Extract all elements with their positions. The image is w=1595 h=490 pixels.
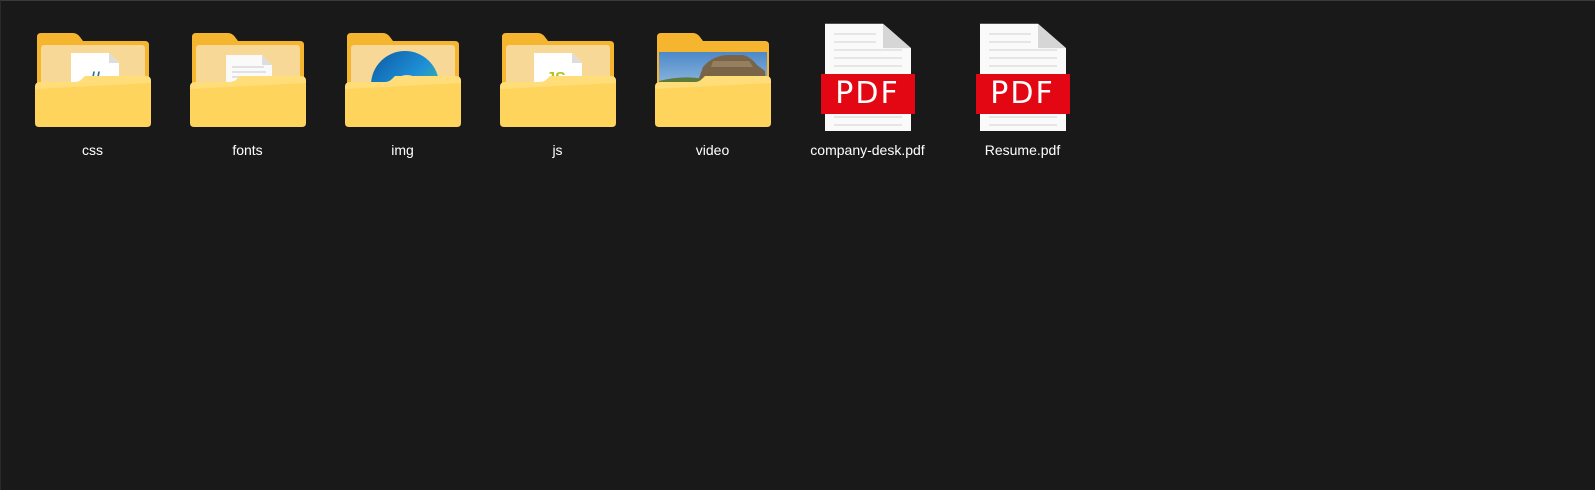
folder-item-js[interactable]: JS js xyxy=(480,19,635,171)
file-item-resume-pdf[interactable]: PDF Resume.pdf xyxy=(945,19,1100,171)
pdf-badge: PDF xyxy=(835,76,900,111)
pdf-badge: PDF xyxy=(990,76,1055,111)
file-item-company-desk-pdf[interactable]: PDF company-desk.pdf xyxy=(790,19,945,171)
folder-item-video[interactable]: video xyxy=(635,19,790,171)
item-name: fonts xyxy=(232,142,263,158)
file-explorer-content-pane: # css xyxy=(0,0,1595,490)
item-name: js xyxy=(552,142,563,158)
item-name: video xyxy=(695,142,730,158)
folder-icon xyxy=(343,19,463,131)
folder-item-fonts[interactable]: fonts xyxy=(170,19,325,171)
item-name: img xyxy=(391,142,414,158)
folder-icon: JS xyxy=(498,19,618,131)
item-name: company-desk.pdf xyxy=(810,142,925,158)
folder-icon xyxy=(188,19,308,131)
folder-item-css[interactable]: # css xyxy=(15,19,170,171)
item-name: css xyxy=(82,142,103,158)
file-grid: # css xyxy=(15,19,1100,171)
pdf-file-icon: PDF xyxy=(963,19,1083,131)
folder-icon: # xyxy=(33,19,153,131)
item-name: Resume.pdf xyxy=(984,142,1061,158)
folder-item-img[interactable]: img xyxy=(325,19,480,171)
folder-icon xyxy=(653,19,773,131)
pdf-file-icon: PDF xyxy=(808,19,928,131)
